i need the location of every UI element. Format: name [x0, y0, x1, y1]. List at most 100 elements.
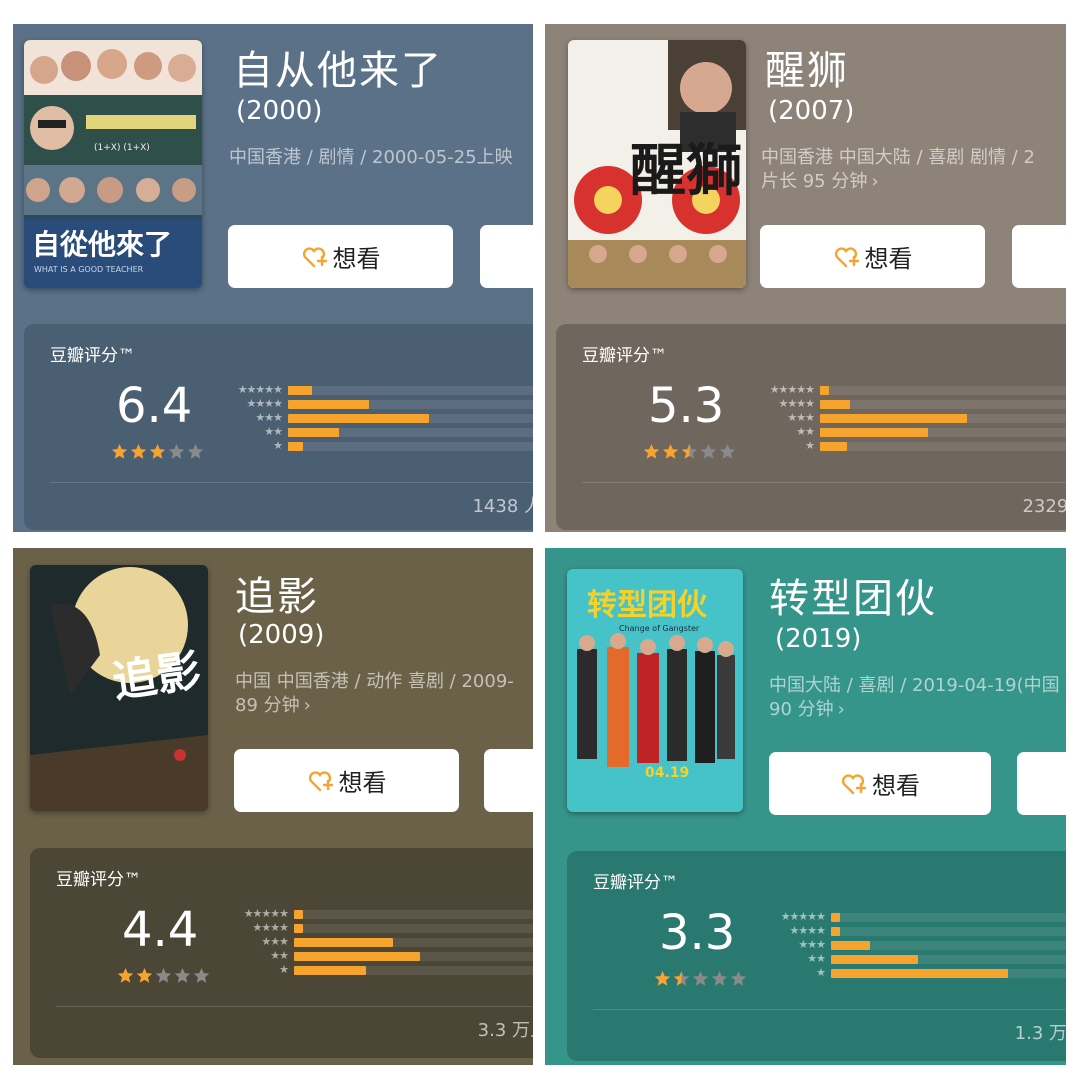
- rating-bar: [294, 938, 393, 947]
- want-to-watch-button[interactable]: 想看: [769, 752, 991, 815]
- rating-bar: [820, 428, 928, 437]
- rating-bar: [288, 428, 339, 437]
- movie-year: (2000): [236, 96, 323, 126]
- movie-meta[interactable]: 中国香港 / 剧情 / 2000-05-25上映: [229, 146, 513, 170]
- star-icon: [681, 444, 698, 459]
- star-icon: [117, 968, 134, 983]
- watch-count[interactable]: 2329 人: [1022, 492, 1066, 518]
- watched-button[interactable]: [1017, 752, 1066, 815]
- chevron-right-icon: ›: [871, 171, 879, 192]
- star-icon: [130, 444, 147, 459]
- rating-row-stars: ★: [279, 963, 289, 976]
- star-icon: [136, 968, 153, 983]
- want-to-watch-button[interactable]: 想看: [760, 225, 985, 288]
- poster-title-text: 自從他來了: [32, 228, 172, 261]
- watch-count[interactable]: 1438 人看: [472, 492, 533, 518]
- rating-bar: [288, 386, 312, 395]
- average-stars: [654, 970, 747, 987]
- average-stars: [643, 443, 736, 460]
- divider: [56, 1006, 533, 1007]
- movie-poster[interactable]: (1+X) (1+X) 自從他來了 WHAT IS A GOOD TEACHER: [24, 40, 202, 288]
- rating-bar: [294, 952, 420, 961]
- rating-row-stars: ★★★: [787, 411, 815, 424]
- movie-title: 追影: [235, 574, 319, 620]
- rating-bar: [288, 442, 303, 451]
- movie-year: (2019): [775, 624, 862, 654]
- want-to-watch-button[interactable]: 想看: [234, 749, 459, 812]
- watched-button[interactable]: [484, 749, 533, 812]
- movie-year: (2007): [768, 96, 855, 126]
- poster-title-text: 醒獅: [630, 138, 742, 204]
- star-icon: [187, 444, 204, 459]
- movie-poster[interactable]: 醒獅: [568, 40, 746, 288]
- rating-row-stars: ★★★★★: [769, 383, 815, 396]
- rating-bar-track: [831, 927, 1066, 936]
- rating-card: 豆瓣评分™ 3.3 ★★★★★★★★★★★★★★★ 1.3 万人看: [567, 851, 1066, 1061]
- star-icon: [643, 444, 660, 459]
- movie-meta[interactable]: 中国香港 中国大陆 / 喜剧 剧情 / 2 片长 95 分钟 ›: [761, 146, 1035, 194]
- rating-bar: [831, 955, 918, 964]
- star-icon: [654, 971, 671, 986]
- rating-label: 豆瓣评分™: [56, 870, 141, 890]
- rating-row-stars: ★★★★★: [243, 907, 289, 920]
- want-to-watch-button[interactable]: 想看: [228, 225, 453, 288]
- watched-button[interactable]: [1012, 225, 1066, 288]
- rating-bar: [831, 941, 870, 950]
- rating-card: 豆瓣评分™ 6.4 ★★★★★★★★★★★★★★★ 1 1438 人看: [24, 324, 533, 530]
- heart-plus-icon: [301, 244, 327, 270]
- want-button-label: 想看: [338, 769, 387, 797]
- rating-row-stars: ★★★: [255, 411, 283, 424]
- rating-label: 豆瓣评分™: [582, 346, 667, 366]
- rating-label: 豆瓣评分™: [593, 873, 678, 893]
- star-icon: [155, 968, 172, 983]
- average-stars: [111, 443, 204, 460]
- poster-date-text: 04.19: [645, 765, 689, 781]
- rating-row-stars: ★: [816, 966, 826, 979]
- rating-bar-track: [820, 400, 1066, 409]
- movie-panel-3: 转型团伙 Change of Gangster 04.19 转型团伙 (2019…: [545, 548, 1066, 1065]
- movie-title: 醒狮: [765, 48, 849, 94]
- poster-subtitle-text: WHAT IS A GOOD TEACHER: [34, 265, 144, 274]
- rating-score: 3.3: [659, 905, 736, 961]
- rating-bar-track: [288, 442, 533, 451]
- heart-plus-icon: [840, 771, 866, 797]
- watch-count[interactable]: 3.3 万人看: [478, 1016, 533, 1042]
- meta-line-2: 89 分钟: [235, 695, 300, 716]
- want-button-label: 想看: [864, 245, 913, 273]
- rating-card: 豆瓣评分™ 4.4 ★★★★★★★★★★★★★★★ 23 3.3 万人看: [30, 848, 533, 1058]
- rating-score: 6.4: [116, 378, 193, 434]
- meta-line-2: 90 分钟: [769, 699, 834, 720]
- rating-card: 豆瓣评分™ 5.3 ★★★★★★★★★★★★★★★ 2329 人: [556, 324, 1066, 530]
- rating-row-stars: ★: [805, 439, 815, 452]
- rating-bar-track: [288, 386, 533, 395]
- rating-score: 5.3: [648, 378, 725, 434]
- divider: [50, 482, 533, 483]
- movie-meta[interactable]: 中国 中国香港 / 动作 喜剧 / 2009- 89 分钟 ›: [235, 670, 514, 718]
- watch-count[interactable]: 1.3 万人看: [1015, 1019, 1066, 1045]
- rating-row-stars: ★★★★: [252, 921, 289, 934]
- star-icon: [662, 444, 679, 459]
- divider: [593, 1009, 1066, 1010]
- movie-meta[interactable]: 中国大陆 / 喜剧 / 2019-04-19(中国 90 分钟 ›: [769, 674, 1060, 722]
- watched-button[interactable]: [480, 225, 533, 288]
- star-icon: [700, 444, 717, 459]
- rating-bar: [294, 924, 303, 933]
- movie-poster[interactable]: 转型团伙 Change of Gangster 04.19: [567, 569, 743, 812]
- average-stars: [117, 967, 210, 984]
- meta-line-2: 片长 95 分钟: [761, 171, 868, 192]
- rating-bar-track: [294, 924, 533, 933]
- rating-row-stars: ★★★★★: [237, 383, 283, 396]
- rating-bar-track: [820, 442, 1066, 451]
- chevron-right-icon: ›: [837, 699, 845, 720]
- rating-bar: [820, 414, 967, 423]
- movie-year: (2009): [238, 620, 325, 650]
- star-icon: [711, 971, 728, 986]
- star-icon: [174, 968, 191, 983]
- star-icon: [673, 971, 690, 986]
- rating-bar-track: [820, 386, 1066, 395]
- movie-title: 自从他来了: [233, 48, 443, 94]
- heart-plus-icon: [307, 768, 333, 794]
- movie-poster[interactable]: 追影: [30, 565, 208, 811]
- meta-line-1: 中国香港 中国大陆 / 喜剧 剧情 / 2: [761, 147, 1035, 168]
- rating-bar: [820, 386, 829, 395]
